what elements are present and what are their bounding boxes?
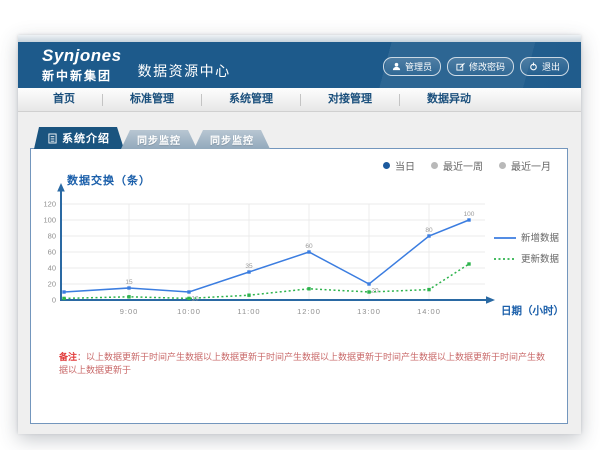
- x-tick-label: 12:00: [297, 307, 321, 316]
- data-point-marker: [62, 290, 65, 293]
- y-tick-label: 0: [52, 296, 56, 305]
- x-tick-label: 10:00: [177, 307, 201, 316]
- power-icon: [529, 62, 538, 71]
- x-tick-label: 13:00: [357, 307, 381, 316]
- y-tick-label: 80: [48, 232, 56, 241]
- radio-dot-icon: [383, 162, 390, 169]
- legend-item[interactable]: 新增数据: [521, 232, 560, 244]
- radio-last-month[interactable]: 最近一月: [499, 158, 551, 173]
- tab-label: 同步监控: [210, 132, 254, 147]
- time-range-filter: 当日 最近一周 最近一月: [383, 158, 551, 173]
- main-navbar: 首页 标准管理 系统管理 对接管理 数据异动: [18, 88, 581, 112]
- brand-logo-text-en: Synjones: [42, 47, 122, 64]
- data-point-marker: [247, 270, 250, 273]
- x-axis-arrow-icon: [486, 296, 495, 304]
- tab-sync-monitor-2[interactable]: 同步监控: [194, 130, 270, 149]
- legend-item[interactable]: 更新数据: [521, 253, 560, 265]
- tab-label: 同步监控: [137, 132, 181, 147]
- radio-label: 最近一月: [511, 158, 551, 173]
- remark-label: 备注: [59, 352, 77, 362]
- window-top-strip: [18, 35, 581, 42]
- tab-system-intro[interactable]: 系统介绍: [34, 127, 124, 149]
- data-point-marker: [127, 295, 130, 298]
- radio-last-week[interactable]: 最近一周: [431, 158, 483, 173]
- data-point-marker: [367, 282, 370, 285]
- x-tick-label: 9:00: [120, 307, 139, 316]
- admin-user-button[interactable]: 管理员: [383, 57, 441, 76]
- radio-label: 当日: [395, 158, 415, 173]
- y-tick-label: 120: [43, 200, 56, 209]
- x-tick-label: 11:00: [237, 307, 260, 316]
- content-panel: 当日 最近一周 最近一月 数据交换（条） 0204060801001209:00…: [30, 148, 568, 424]
- data-point-marker: [367, 290, 370, 293]
- admin-user-label: 管理员: [405, 60, 432, 73]
- logout-label: 退出: [542, 60, 560, 73]
- line-chart: 0 20 40 60 80 100 120 9:00 10:00 11:00 12:00 13:00 1…: [39, 181, 563, 329]
- app-window: Synjones 新中新集团 数据资源中心 管理员 修改密码 退出: [18, 35, 581, 433]
- data-point-label: 20: [371, 288, 379, 295]
- brand-logo-text-cn: 新中新集团: [42, 67, 122, 84]
- data-point-marker: [427, 288, 430, 291]
- page-body: 系统介绍 同步监控 同步监控 当日 最近一周: [18, 112, 581, 434]
- data-point-label: 100: [464, 211, 475, 218]
- nav-item-home[interactable]: 首页: [26, 88, 102, 111]
- data-point-marker: [467, 218, 470, 221]
- y-tick-label: 100: [43, 216, 56, 225]
- radio-dot-icon: [431, 162, 438, 169]
- data-point-label: 80: [425, 227, 433, 234]
- user-icon: [392, 62, 401, 71]
- radio-label: 最近一周: [443, 158, 483, 173]
- tab-sync-monitor-1[interactable]: 同步监控: [121, 130, 197, 149]
- y-tick-label: 60: [48, 248, 56, 257]
- change-password-label: 修改密码: [469, 60, 505, 73]
- logout-button[interactable]: 退出: [520, 57, 569, 76]
- radio-dot-icon: [499, 162, 506, 169]
- y-tick-label: 40: [48, 264, 56, 273]
- data-point-marker: [467, 262, 470, 265]
- data-point-marker: [307, 250, 310, 253]
- data-point-marker: [247, 294, 250, 297]
- tab-label: 系统介绍: [62, 130, 110, 146]
- nav-item-standard-management[interactable]: 标准管理: [103, 88, 201, 111]
- data-point-label: 35: [245, 263, 253, 270]
- page-title: 数据资源中心: [138, 61, 231, 81]
- y-axis-arrow-icon: [57, 183, 65, 192]
- tab-bar: 系统介绍 同步监控 同步监控: [34, 127, 270, 149]
- app-header: Synjones 新中新集团 数据资源中心 管理员 修改密码 退出: [18, 42, 581, 88]
- data-point-marker: [62, 297, 65, 300]
- radio-today[interactable]: 当日: [383, 158, 415, 173]
- header-actions: 管理员 修改密码 退出: [383, 57, 569, 76]
- nav-item-system-management[interactable]: 系统管理: [202, 88, 300, 111]
- data-point-label: 60: [305, 243, 313, 250]
- change-password-button[interactable]: 修改密码: [447, 57, 514, 76]
- y-tick-label: 20: [48, 280, 56, 289]
- edit-icon: [456, 62, 465, 71]
- data-point-marker: [307, 287, 310, 290]
- brand-logo: Synjones 新中新集团: [42, 47, 122, 84]
- data-point-marker: [427, 234, 430, 237]
- data-point-marker: [127, 286, 130, 289]
- nav-item-interface-management[interactable]: 对接管理: [301, 88, 399, 111]
- document-icon: [48, 133, 57, 144]
- nav-item-data-change[interactable]: 数据异动: [400, 88, 498, 111]
- data-point-marker: [187, 290, 190, 293]
- data-point-label: 15: [125, 279, 133, 286]
- data-point-marker: [187, 297, 190, 300]
- x-axis-title: 日期（小时）: [501, 304, 563, 317]
- data-point-label: 10: [191, 296, 199, 303]
- x-tick-label: 14:00: [417, 307, 441, 316]
- remark-note: 备注：以上数据更新于时间产生数据以上数据更新于时间产生数据以上数据更新于时间产生…: [59, 351, 551, 377]
- remark-body: ：以上数据更新于时间产生数据以上数据更新于时间产生数据以上数据更新于时间产生数据…: [59, 352, 545, 375]
